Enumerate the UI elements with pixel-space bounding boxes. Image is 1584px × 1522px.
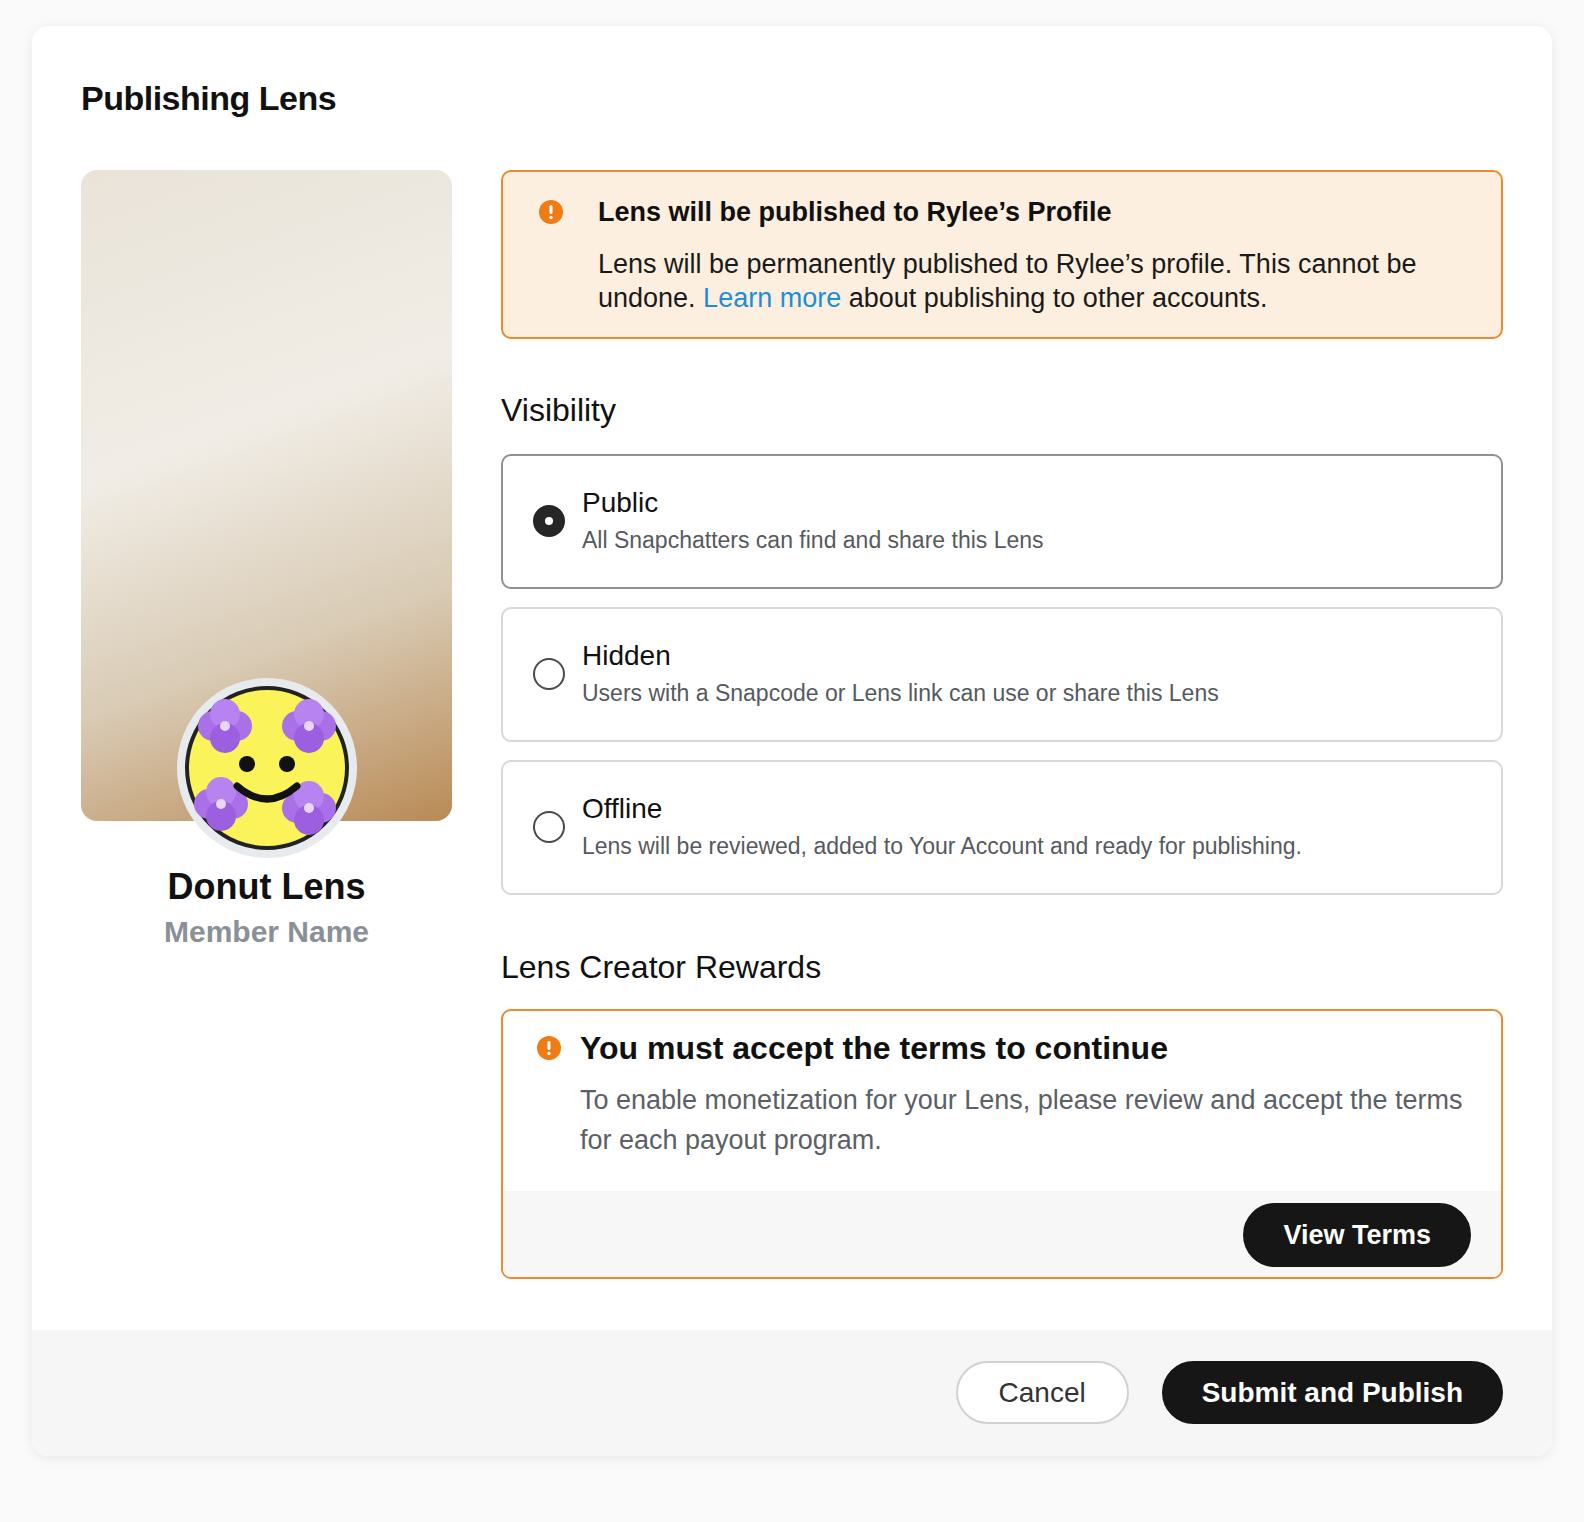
option-description: Users with a Snapcode or Lens link can u… [582, 678, 1219, 708]
terms-footer: View Terms [503, 1191, 1501, 1277]
learn-more-link[interactable]: Learn more [703, 283, 841, 313]
radio-button[interactable] [533, 505, 565, 537]
dialog-title: Publishing Lens [81, 81, 1503, 115]
notice-title: Lens will be published to Rylee’s Profil… [598, 195, 1473, 229]
member-name: Member Name [164, 914, 369, 950]
visibility-option[interactable]: Public All Snapchatters can find and sha… [501, 454, 1503, 589]
terms-box: You must accept the terms to continue To… [501, 1009, 1503, 1279]
radio-button[interactable] [533, 658, 565, 690]
lens-preview: Donut Lens Member Name [81, 170, 452, 1279]
smiley-flower-icon [185, 686, 349, 850]
visibility-heading: Visibility [501, 390, 1503, 430]
view-terms-button[interactable]: View Terms [1243, 1203, 1471, 1267]
dialog-footer: Cancel Submit and Publish [32, 1330, 1552, 1456]
dialog-body: Publishing Lens Donut Lens Member Name L… [32, 26, 1552, 1330]
notice-text: Lens will be permanently published to Ry… [598, 247, 1473, 315]
visibility-option[interactable]: Offline Lens will be reviewed, added to … [501, 760, 1503, 895]
option-title: Public [582, 486, 1044, 520]
publish-notice: Lens will be published to Rylee’s Profil… [501, 170, 1503, 339]
option-title: Hidden [582, 639, 1219, 673]
warning-icon [539, 200, 563, 224]
rewards-heading: Lens Creator Rewards [501, 947, 1503, 987]
warning-icon [537, 1036, 561, 1060]
option-description: Lens will be reviewed, added to Your Acc… [582, 831, 1302, 861]
lens-name: Donut Lens [168, 866, 366, 908]
visibility-option[interactable]: Hidden Users with a Snapcode or Lens lin… [501, 607, 1503, 742]
publish-dialog: Publishing Lens Donut Lens Member Name L… [32, 26, 1552, 1456]
option-description: All Snapchatters can find and share this… [582, 525, 1044, 555]
lens-avatar [177, 678, 357, 858]
secondary-button[interactable]: Cancel [956, 1361, 1129, 1424]
terms-title: You must accept the terms to continue [580, 1027, 1471, 1069]
dialog-columns: Donut Lens Member Name Lens will be publ… [81, 170, 1503, 1279]
option-title: Offline [582, 792, 1302, 826]
terms-text: To enable monetization for your Lens, pl… [580, 1080, 1471, 1160]
radio-button[interactable] [533, 811, 565, 843]
primary-button[interactable]: Submit and Publish [1162, 1361, 1503, 1424]
page: Publishing Lens Donut Lens Member Name L… [0, 0, 1584, 1482]
visibility-options: Public All Snapchatters can find and sha… [501, 454, 1503, 895]
publish-settings: Lens will be published to Rylee’s Profil… [501, 170, 1503, 1279]
